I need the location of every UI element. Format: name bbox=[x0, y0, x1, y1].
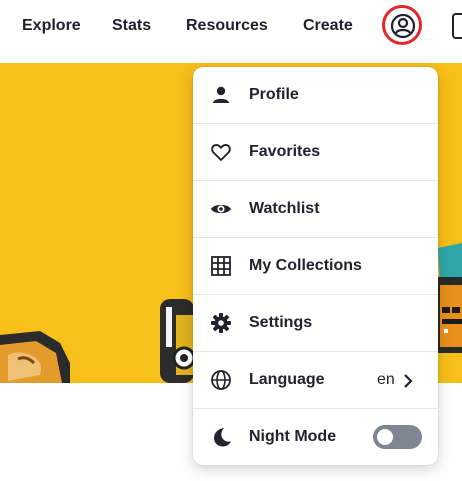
menu-item-favorites[interactable]: Favorites bbox=[193, 124, 438, 181]
menu-item-label: Watchlist bbox=[249, 200, 320, 217]
language-value: en bbox=[377, 371, 395, 388]
menu-item-watchlist[interactable]: Watchlist bbox=[193, 181, 438, 238]
nav-resources[interactable]: Resources bbox=[186, 17, 268, 35]
nav-create[interactable]: Create bbox=[303, 17, 353, 35]
menu-item-label: Language bbox=[249, 371, 325, 388]
night-mode-toggle[interactable] bbox=[373, 425, 422, 449]
toggle-knob bbox=[377, 429, 393, 445]
moon-icon bbox=[214, 428, 231, 447]
menu-item-profile[interactable]: Profile bbox=[193, 67, 438, 124]
chevron-right-icon bbox=[404, 374, 413, 388]
menu-item-settings[interactable]: Settings bbox=[193, 295, 438, 352]
grid-icon bbox=[211, 256, 231, 276]
menu-item-label: Profile bbox=[249, 86, 299, 103]
menu-item-label: My Collections bbox=[249, 257, 362, 274]
menu-item-night-mode[interactable]: Night Mode bbox=[193, 409, 438, 465]
nav-explore[interactable]: Explore bbox=[22, 17, 81, 35]
top-nav: Explore Stats Resources Create bbox=[0, 0, 462, 63]
account-dropdown-menu: Profile Favorites Watchlist My Collectio… bbox=[193, 67, 438, 465]
menu-item-my-collections[interactable]: My Collections bbox=[193, 238, 438, 295]
menu-item-label: Settings bbox=[249, 314, 313, 331]
person-icon bbox=[213, 86, 229, 103]
eye-icon bbox=[211, 204, 231, 214]
menu-item-label: Night Mode bbox=[249, 428, 337, 445]
account-icon[interactable] bbox=[390, 13, 416, 39]
menu-item-language[interactable]: Language en bbox=[193, 352, 438, 409]
wallet-icon[interactable] bbox=[452, 13, 462, 39]
menu-item-label: Favorites bbox=[249, 143, 321, 160]
globe-icon bbox=[211, 370, 231, 390]
heart-icon bbox=[211, 144, 231, 161]
gear-icon bbox=[211, 313, 231, 333]
nav-stats[interactable]: Stats bbox=[112, 17, 151, 35]
